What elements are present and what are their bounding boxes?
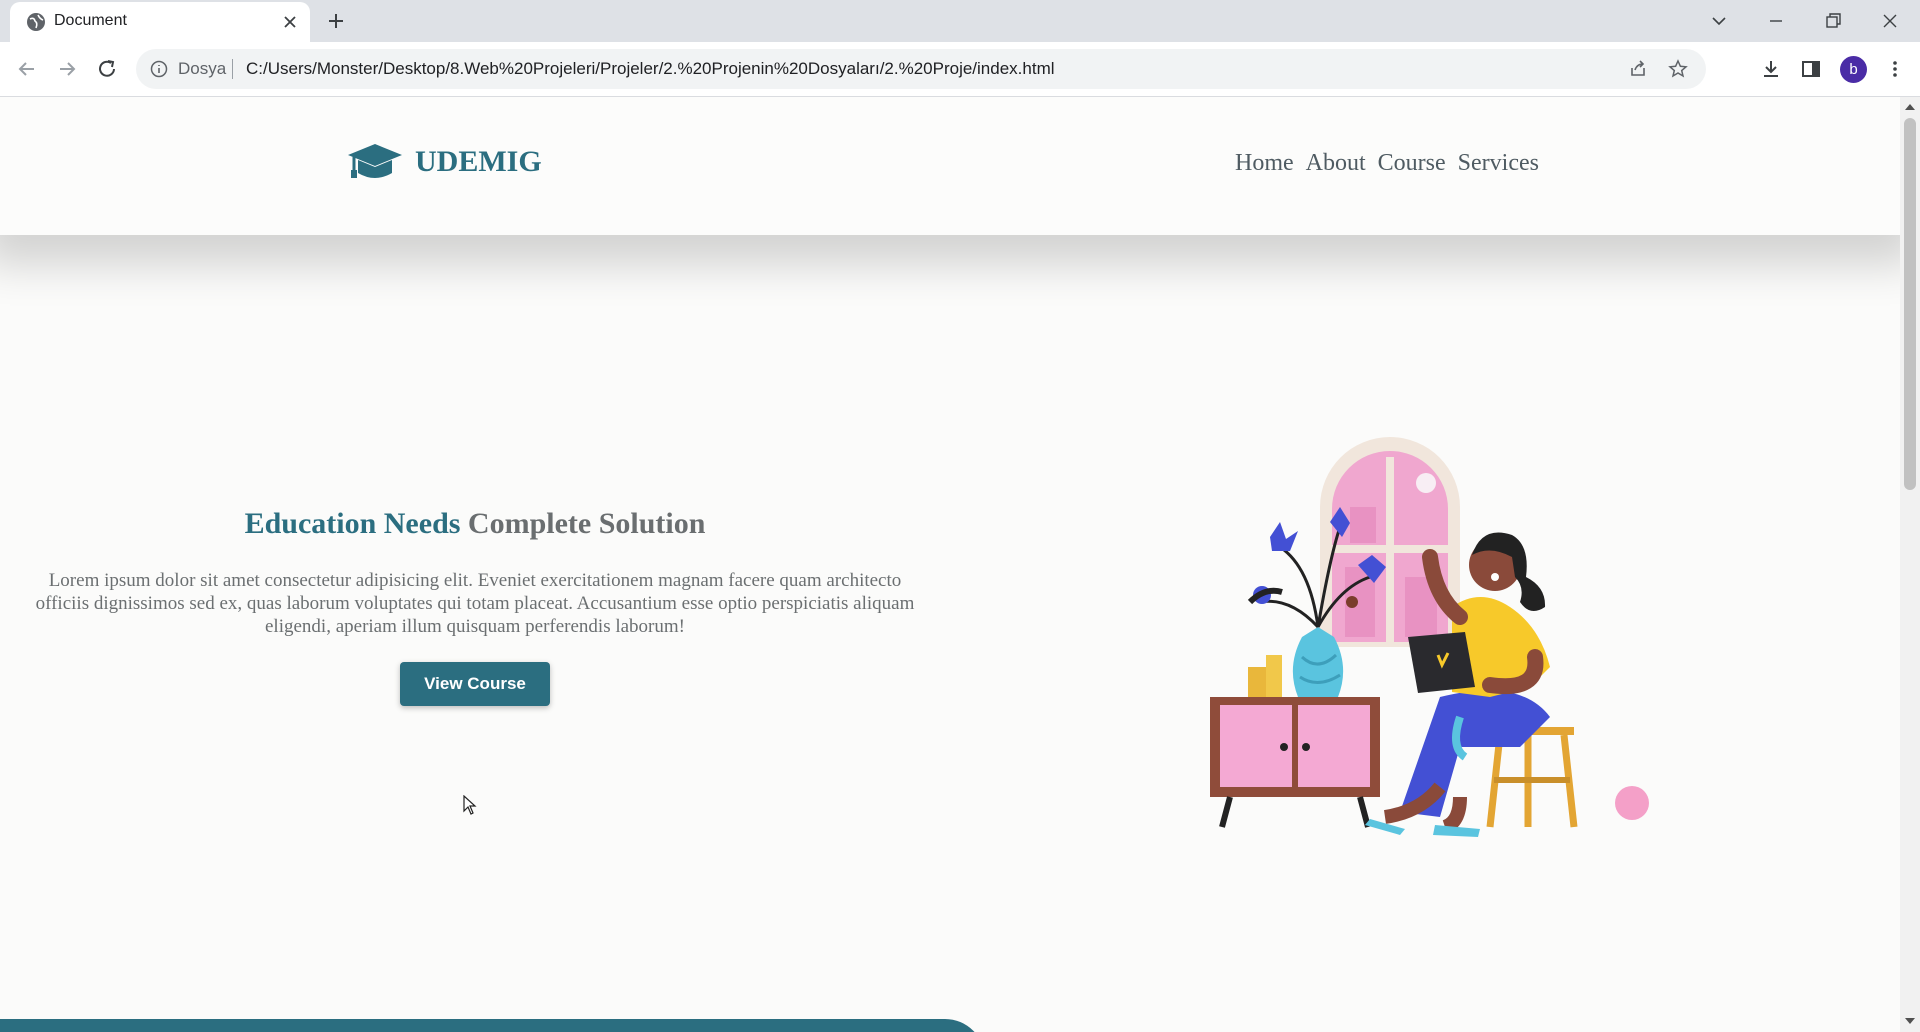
scrollbar-thumb[interactable] <box>1904 118 1916 490</box>
hero-description-line: eligendi, aperiam illum quisquam perfere… <box>265 616 685 637</box>
bookmark-star-icon[interactable] <box>1668 59 1688 79</box>
url-text[interactable]: C:/Users/Monster/Desktop/8.Web%20Projele… <box>246 59 1055 79</box>
minimize-icon[interactable] <box>1765 10 1787 32</box>
new-tab-icon[interactable] <box>326 11 346 31</box>
hero-description: Lorem ipsum dolor sit amet consectetur a… <box>0 569 950 638</box>
scroll-up-arrow-icon[interactable] <box>1904 102 1916 112</box>
close-tab-icon[interactable] <box>280 12 300 32</box>
browser-toolbar: Dosya C:/Users/Monster/Desktop/8.Web%20P… <box>0 42 1920 97</box>
url-scheme-label: Dosya <box>178 59 227 78</box>
nav-link-course[interactable]: Course <box>1378 150 1446 177</box>
globe-icon <box>27 13 45 31</box>
browser-tab[interactable]: Document <box>10 2 310 42</box>
reload-icon[interactable] <box>94 56 120 82</box>
scroll-down-arrow-icon[interactable] <box>1904 1016 1916 1026</box>
side-panel-icon[interactable] <box>1800 58 1822 80</box>
hero-description-line: Lorem ipsum dolor sit amet consectetur a… <box>48 570 902 591</box>
download-icon[interactable] <box>1760 58 1782 80</box>
site-header: UDEMIG Home About Course Services <box>0 97 1900 235</box>
hero-title-rest: Complete Solution <box>467 507 706 540</box>
site-logo-text[interactable]: UDEMIG <box>415 145 542 179</box>
restore-icon[interactable] <box>1822 10 1844 32</box>
nav-link-about[interactable]: About <box>1306 150 1366 177</box>
profile-avatar[interactable]: b <box>1840 56 1867 83</box>
nav-link-services[interactable]: Services <box>1458 150 1539 177</box>
address-bar[interactable]: Dosya C:/Users/Monster/Desktop/8.Web%20P… <box>136 49 1706 89</box>
view-course-button[interactable]: View Course <box>400 662 550 706</box>
main-nav: Home About Course Services <box>1235 150 1539 177</box>
more-menu-icon[interactable] <box>1884 58 1906 80</box>
back-arrow-icon[interactable] <box>14 56 40 82</box>
browser-tab-bar: Document <box>0 0 1920 42</box>
hero-title-highlight: Education Needs <box>244 507 461 540</box>
share-icon[interactable] <box>1628 59 1648 79</box>
mouse-cursor-icon <box>463 795 477 815</box>
info-icon[interactable] <box>150 60 168 78</box>
nav-link-home[interactable]: Home <box>1235 150 1294 177</box>
tab-title: Document <box>54 12 127 29</box>
footer-wave-band <box>0 1019 985 1032</box>
hero-title: Education Needs Complete Solution <box>0 507 950 541</box>
forward-arrow-icon[interactable] <box>54 56 80 82</box>
tab-search-chevron-icon[interactable] <box>1708 10 1730 32</box>
web-page: UDEMIG Home About Course Services Educat… <box>0 97 1900 1032</box>
omnibox-divider <box>232 59 233 79</box>
hero-description-line: officiis dignissimos sed ex, quas laboru… <box>35 593 915 614</box>
close-window-icon[interactable] <box>1879 10 1901 32</box>
graduation-cap-icon <box>348 144 402 178</box>
hero-illustration <box>1210 437 1649 837</box>
